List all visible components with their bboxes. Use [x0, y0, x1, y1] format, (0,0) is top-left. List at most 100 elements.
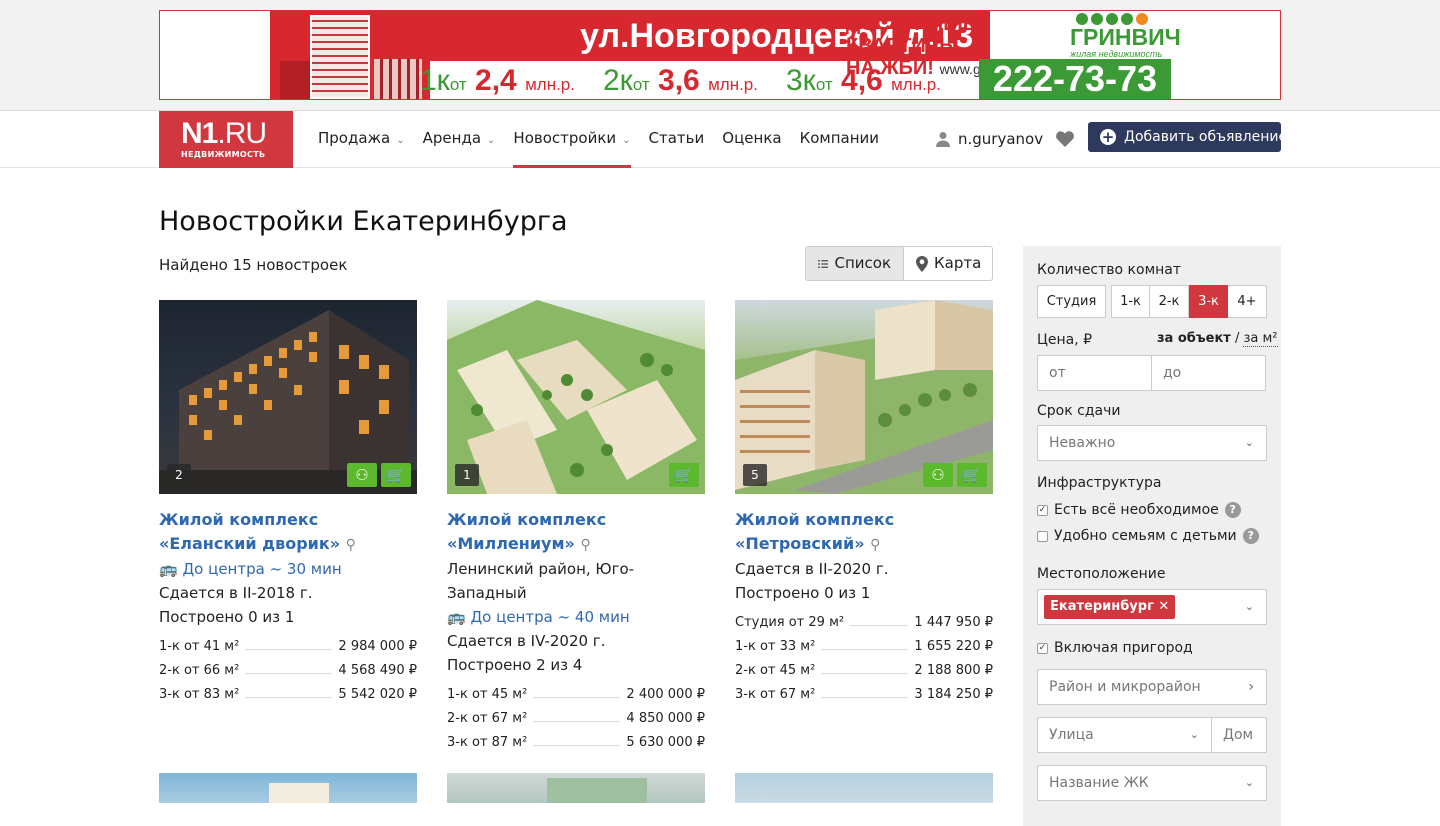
user-icon: [936, 132, 950, 147]
shopping-cart-icon: 🛒: [669, 463, 699, 487]
chevron-down-icon: ⌄: [487, 135, 496, 146]
room-option-2k[interactable]: 2-к: [1150, 285, 1189, 318]
price-row[interactable]: 2-к от 66 м² 4 568 490 ₽: [159, 659, 417, 683]
price-per-object-toggle[interactable]: за объект: [1157, 331, 1231, 346]
to-center-time: 🚌 До центра ~ 40 мин: [447, 608, 630, 626]
list-icon: [818, 259, 829, 268]
menu-item-sale[interactable]: Продажа ⌄: [318, 111, 405, 168]
menu-item-newbuildings[interactable]: Новостройки ⌄: [513, 111, 631, 168]
infra-family-checkbox[interactable]: Удобно семьям с детьми?: [1037, 528, 1259, 544]
deadline-select[interactable]: Неважно ⌄: [1037, 425, 1267, 461]
price-row[interactable]: 3-к от 83 м² 5 542 020 ₽: [159, 683, 417, 707]
filter-panel: Количество комнат Студия 1-к 2-к 3-к 4+ …: [1023, 246, 1281, 826]
rooms-selector: Студия 1-к 2-к 3-к 4+: [1037, 285, 1267, 318]
chevron-down-icon: ⌄: [1244, 776, 1254, 789]
complex-photo[interactable]: [735, 773, 993, 803]
complex-photo[interactable]: [159, 773, 417, 803]
menu-item-rent[interactable]: Аренда ⌄: [423, 111, 496, 168]
complex-name-select[interactable]: Название ЖК ⌄: [1037, 765, 1267, 801]
banner-building-image: [270, 11, 430, 99]
chevron-down-icon: ⌄: [396, 135, 405, 146]
main-menu: Продажа ⌄ Аренда ⌄ Новостройки ⌄ Статьи Оце…: [318, 111, 897, 168]
complex-name[interactable]: Жилой комплекс «Еланский дворик» ⚲: [159, 508, 417, 557]
kids-friendly-icon: ⚇: [347, 463, 377, 487]
chevron-right-icon: ›: [1248, 679, 1254, 695]
street-select[interactable]: Улица ⌄: [1037, 717, 1212, 753]
infra-all-checkbox[interactable]: ✓ Есть всё необходимое?: [1037, 502, 1241, 518]
price-per-m2-toggle[interactable]: за м²: [1243, 331, 1278, 347]
menu-item-companies[interactable]: Компании: [800, 111, 879, 168]
banner-phone: 222-73-73: [979, 59, 1171, 99]
main-navbar: N1.RU НЕДВИЖИМОСТЬ Продажа ⌄ Аренда ⌄ Ново…: [0, 111, 1440, 168]
complex-name[interactable]: Жилой комплекс «Миллениум» ⚲: [447, 508, 705, 557]
complex-photo[interactable]: 1 🛒: [447, 300, 705, 494]
district-select[interactable]: Район и микрорайон ›: [1037, 669, 1267, 705]
plus-circle-icon: +: [1100, 128, 1116, 146]
map-pin-icon[interactable]: ⚲: [580, 537, 590, 553]
map-pin-icon[interactable]: ⚲: [346, 537, 356, 553]
built-status: Построено 2 из 4: [447, 656, 583, 674]
view-list-button[interactable]: Список: [806, 247, 904, 280]
checkbox-checked-icon: ✓: [1037, 504, 1048, 516]
results-count: Найдено 15 новостроек: [159, 256, 348, 274]
kids-friendly-icon: ⚇: [923, 463, 953, 487]
house-input[interactable]: Дом: [1211, 717, 1267, 753]
price-list: Студия от 29 м² 1 447 950 ₽ 1-к от 33 м² 1…: [735, 611, 993, 707]
room-option-1k[interactable]: 1-к: [1111, 285, 1150, 318]
location-tag[interactable]: Екатеринбург ✕: [1044, 595, 1176, 619]
menu-item-articles[interactable]: Статьи: [649, 111, 705, 168]
photo-count-badge: 2: [167, 464, 191, 486]
price-row[interactable]: Студия от 29 м² 1 447 950 ₽: [735, 611, 993, 635]
complex-photo[interactable]: 2 ⚇ 🛒: [159, 300, 417, 494]
complex-photo[interactable]: [447, 773, 705, 803]
built-status: Построено 0 из 1: [159, 608, 295, 626]
complex-card: 5 ⚇ 🛒 Жилой комплекс «Петровский» ⚲ Сдае…: [735, 300, 993, 707]
price-row[interactable]: 1-к от 45 м² 2 400 000 ₽: [447, 683, 705, 707]
room-option-3k[interactable]: 3-к: [1189, 285, 1228, 318]
price-row[interactable]: 1-к от 33 м² 1 655 220 ₽: [735, 635, 993, 659]
photo-count-badge: 5: [743, 464, 767, 486]
location-label: Местоположение: [1037, 566, 1166, 582]
complex-photo[interactable]: 5 ⚇ 🛒: [735, 300, 993, 494]
shopping-cart-icon: 🛒: [957, 463, 987, 487]
complex-name[interactable]: Жилой комплекс «Петровский» ⚲: [735, 508, 993, 557]
help-icon[interactable]: ?: [1224, 502, 1241, 518]
user-menu[interactable]: n.guryanov: [936, 129, 1043, 149]
menu-item-valuation[interactable]: Оценка: [722, 111, 781, 168]
site-logo[interactable]: N1.RU НЕДВИЖИМОСТЬ: [159, 111, 293, 168]
chevron-down-icon: ⌄: [1244, 436, 1254, 449]
price-row[interactable]: 2-к от 67 м² 4 850 000 ₽: [447, 707, 705, 731]
complex-card: 2 ⚇ 🛒 Жилой комплекс «Еланский дворик» ⚲…: [159, 300, 417, 707]
shopping-cart-icon: 🛒: [381, 463, 411, 487]
photo-count-badge: 1: [455, 464, 479, 486]
favorites-heart-icon[interactable]: [1056, 131, 1074, 147]
add-listing-button[interactable]: + Добавить объявление: [1088, 122, 1287, 152]
to-center-time: 🚌 До центра ~ 30 мин: [159, 560, 342, 578]
price-row[interactable]: 1-к от 41 м² 2 984 000 ₽: [159, 635, 417, 659]
delivery-date: Сдается в II-2020 г.: [735, 560, 889, 578]
district: Ленинский район, Юго-Западный: [447, 560, 635, 602]
room-option-4plus[interactable]: 4+: [1228, 285, 1267, 318]
checkbox-icon: [1037, 530, 1048, 542]
map-pin-icon: [916, 255, 928, 272]
map-pin-icon[interactable]: ⚲: [870, 537, 880, 553]
location-select[interactable]: Екатеринбург ✕ ⌄: [1037, 589, 1267, 625]
price-mode-switch: за объект / за м²: [1157, 331, 1278, 347]
room-option-studio[interactable]: Студия: [1037, 285, 1106, 318]
page-title: Новостройки Екатеринбурга: [159, 206, 568, 237]
chevron-down-icon: ⌄: [1189, 728, 1199, 741]
price-to-input[interactable]: до: [1151, 355, 1266, 391]
suburb-checkbox[interactable]: ✓ Включая пригород: [1037, 640, 1193, 656]
view-map-button[interactable]: Карта: [904, 247, 993, 280]
deadline-label: Срок сдачи: [1037, 403, 1121, 419]
view-toggle: Список Карта: [805, 246, 993, 281]
price-row[interactable]: 3-к от 87 м² 5 630 000 ₽: [447, 731, 705, 755]
help-icon[interactable]: ?: [1242, 528, 1259, 544]
price-from-input[interactable]: от: [1037, 355, 1152, 391]
remove-tag-icon[interactable]: ✕: [1158, 599, 1169, 614]
price-row[interactable]: 2-к от 45 м² 2 188 800 ₽: [735, 659, 993, 683]
chevron-down-icon: ⌄: [622, 135, 631, 146]
ad-banner[interactable]: ул.Новгородцевой д.13 1кот 2,4 млн.р. 2ко…: [159, 10, 1281, 100]
price-row[interactable]: 3-к от 67 м² 3 184 250 ₽: [735, 683, 993, 707]
delivery-date: Сдается в IV-2020 г.: [447, 632, 606, 650]
